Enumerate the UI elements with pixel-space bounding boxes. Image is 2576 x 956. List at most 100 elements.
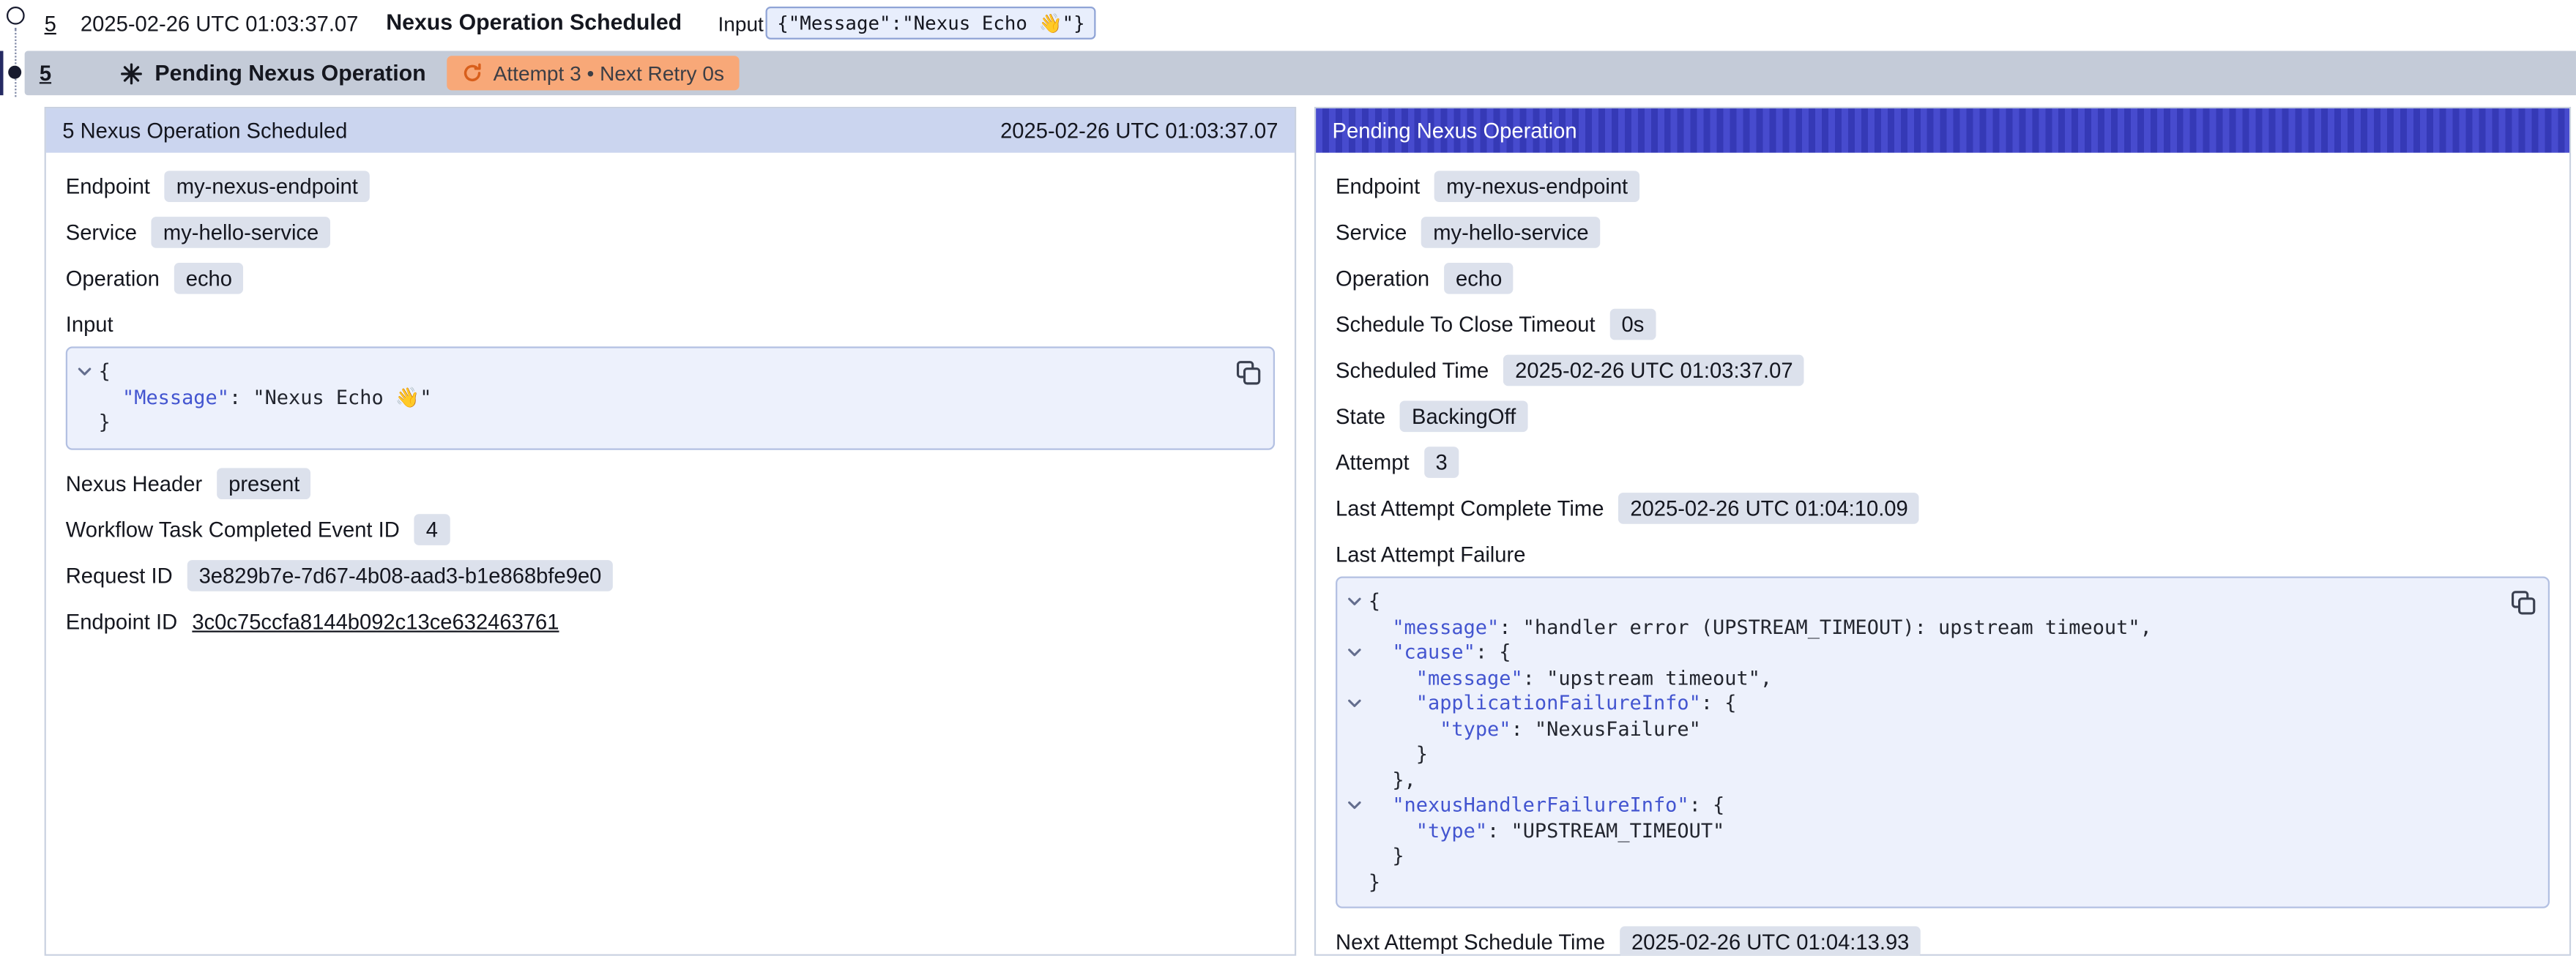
pending-operation-panel-body: Endpoint my-nexus-endpoint Service my-hello…: [1316, 153, 2569, 956]
field-label: Service: [66, 220, 137, 245]
field-row: Operation echo: [1336, 263, 2550, 294]
field-value-chip: 3: [1424, 447, 1459, 478]
field-label: Workflow Task Completed Event ID: [66, 517, 400, 542]
panel-title: Pending Nexus Operation: [1333, 119, 1577, 143]
field-row: Operation echo: [66, 263, 1275, 294]
input-preview-chip: {"Message":"Nexus Echo 👋"}: [766, 7, 1097, 40]
collapse-chevron-icon: [1341, 768, 1369, 793]
code-line: "cause": {: [1341, 641, 2506, 666]
panel-timestamp: 2025-02-26 UTC 01:03:37.07: [1000, 119, 1278, 143]
field-label: State: [1336, 404, 1385, 429]
pending-event-id-link[interactable]: 5: [40, 61, 51, 86]
code-text: },: [1369, 768, 1416, 793]
timeline-connector: [15, 28, 16, 97]
scheduled-event-panel-header: 5 Nexus Operation Scheduled 2025-02-26 U…: [46, 108, 1295, 153]
pending-operation-title: Pending Nexus Operation: [155, 61, 425, 86]
code-line: }: [1341, 870, 2506, 895]
field-value-chip: my-hello-service: [1422, 217, 1601, 248]
detail-panels: 5 Nexus Operation Scheduled 2025-02-26 U…: [45, 107, 2572, 956]
field-label: Request ID: [66, 562, 173, 587]
code-line: "message": "upstream timeout",: [1341, 666, 2506, 692]
field-label: Service: [1336, 220, 1407, 245]
field-row: Request ID 3e829b7e-7d67-4b08-aad3-b1e868…: [66, 559, 1275, 591]
copy-button[interactable]: [2509, 588, 2536, 616]
pending-operation-row[interactable]: 5 Pending Nexus Operation Attempt 3 • Ne…: [25, 51, 2576, 96]
retry-icon: [462, 62, 483, 83]
code-line: }: [70, 411, 1230, 436]
scheduled-event-panel-body: Endpointmy-nexus-endpointServicemy-hello…: [46, 153, 1295, 671]
code-line: "type": "NexusFailure": [1341, 717, 2506, 742]
code-text: "applicationFailureInfo": {: [1369, 692, 1737, 717]
collapse-chevron-icon[interactable]: [1341, 641, 1369, 666]
retry-badge-label: Attempt 3 • Next Retry 0s: [494, 61, 724, 84]
code-text: "message": "upstream timeout",: [1369, 666, 1772, 692]
collapse-chevron-icon[interactable]: [1341, 692, 1369, 717]
field-row: Last Attempt Complete Time2025-02-26 UTC…: [1336, 493, 2550, 524]
field-row: Scheduled Time 2025-02-26 UTC 01:03:37.07: [1336, 355, 2550, 386]
code-text: "Message": "Nexus Echo 👋": [99, 385, 432, 411]
field-value-chip: 2025-02-26 UTC 01:03:37.07: [1503, 355, 1804, 386]
field-value-link[interactable]: 3c0c75ccfa8144b092c13ce632463761: [192, 608, 559, 633]
code-line: "nexusHandlerFailureInfo": {: [1341, 793, 2506, 819]
collapse-chevron-icon: [1341, 818, 1369, 844]
copy-button[interactable]: [1234, 358, 1262, 386]
collapse-chevron-icon: [1341, 615, 1369, 641]
code-text: }: [1369, 870, 1380, 895]
event-id-link[interactable]: 5: [45, 12, 56, 37]
field-label: Attempt: [1336, 450, 1410, 475]
code-line: }: [1341, 844, 2506, 870]
code-text: "cause": {: [1369, 641, 1511, 666]
field-label: Endpoint: [1336, 174, 1420, 199]
field-row: Endpointmy-nexus-endpoint: [66, 171, 1275, 202]
field-value-chip: my-nexus-endpoint: [1434, 171, 1639, 202]
field-value-chip: 4: [414, 513, 450, 545]
code-text: "type": "NexusFailure": [1369, 717, 1701, 742]
code-line: "applicationFailureInfo": {: [1341, 692, 2506, 717]
field-row: Attempt 3: [1336, 447, 2550, 478]
field-label: Last Attempt Failure: [1336, 542, 2550, 567]
field-value-chip: echo: [174, 263, 244, 294]
event-timestamp: 2025-02-26 UTC 01:03:37.07: [81, 12, 358, 37]
field-value-chip: echo: [1444, 263, 1514, 294]
field-value-chip: 0s: [1610, 309, 1656, 340]
collapse-chevron-icon: [70, 411, 98, 436]
collapse-chevron-icon: [1341, 870, 1369, 895]
field-label: Input: [66, 312, 1275, 337]
field-row: StateBackingOff: [1336, 400, 2550, 432]
field-row: Nexus Headerpresent: [66, 467, 1275, 498]
event-title: Nexus Operation Scheduled: [386, 10, 682, 34]
event-row-scheduled[interactable]: 5 2025-02-26 UTC 01:03:37.07 Nexus Opera…: [0, 0, 2576, 49]
code-line: "Message": "Nexus Echo 👋": [70, 385, 1230, 411]
code-line: }: [1341, 742, 2506, 768]
field-label: Operation: [1336, 266, 1429, 291]
collapse-chevron-icon[interactable]: [1341, 793, 1369, 819]
field-label: Scheduled Time: [1336, 358, 1489, 383]
input-label: Input: [718, 13, 763, 36]
code-text: "message": "handler error (UPSTREAM_TIME…: [1369, 615, 2152, 641]
field-value-chip: my-nexus-endpoint: [165, 171, 369, 202]
field-value-chip: 2025-02-26 UTC 01:04:10.09: [1619, 493, 1920, 524]
pending-operation-panel: Pending Nexus Operation Endpoint my-nexus…: [1314, 107, 2571, 956]
collapse-chevron-icon: [1341, 844, 1369, 870]
field-label: Endpoint ID: [66, 608, 177, 633]
collapse-chevron-icon: [1341, 717, 1369, 742]
field-row: Next Attempt Schedule Time2025-02-26 UTC…: [1336, 926, 2550, 955]
pending-focus-bar: [0, 51, 3, 96]
field-value-chip: 3e829b7e-7d67-4b08-aad3-b1e868bfe9e0: [187, 559, 613, 591]
field-label: Operation: [66, 266, 160, 291]
code-line: {: [1341, 589, 2506, 615]
timeline-dot-icon: [8, 66, 21, 79]
collapse-chevron-icon[interactable]: [1341, 589, 1369, 615]
field-row: Schedule To Close Timeout0s: [1336, 309, 2550, 340]
field-row: Workflow Task Completed Event ID 4: [66, 513, 1275, 545]
pending-operation-panel-header: Pending Nexus Operation: [1316, 108, 2569, 153]
field-row: Endpoint my-nexus-endpoint: [1336, 171, 2550, 202]
scheduled-event-panel: 5 Nexus Operation Scheduled 2025-02-26 U…: [45, 107, 1297, 956]
collapse-chevron-icon[interactable]: [70, 359, 98, 385]
code-line: "type": "UPSTREAM_TIMEOUT": [1341, 818, 2506, 844]
code-block: { "message": "handler error (UPSTREAM_TI…: [1336, 577, 2550, 908]
field-value-chip: 2025-02-26 UTC 01:04:13.93: [1620, 926, 1921, 955]
code-line: "message": "handler error (UPSTREAM_TIME…: [1341, 615, 2506, 641]
code-text: }: [1369, 844, 1404, 870]
in-progress-asterisk-icon: [120, 61, 143, 84]
